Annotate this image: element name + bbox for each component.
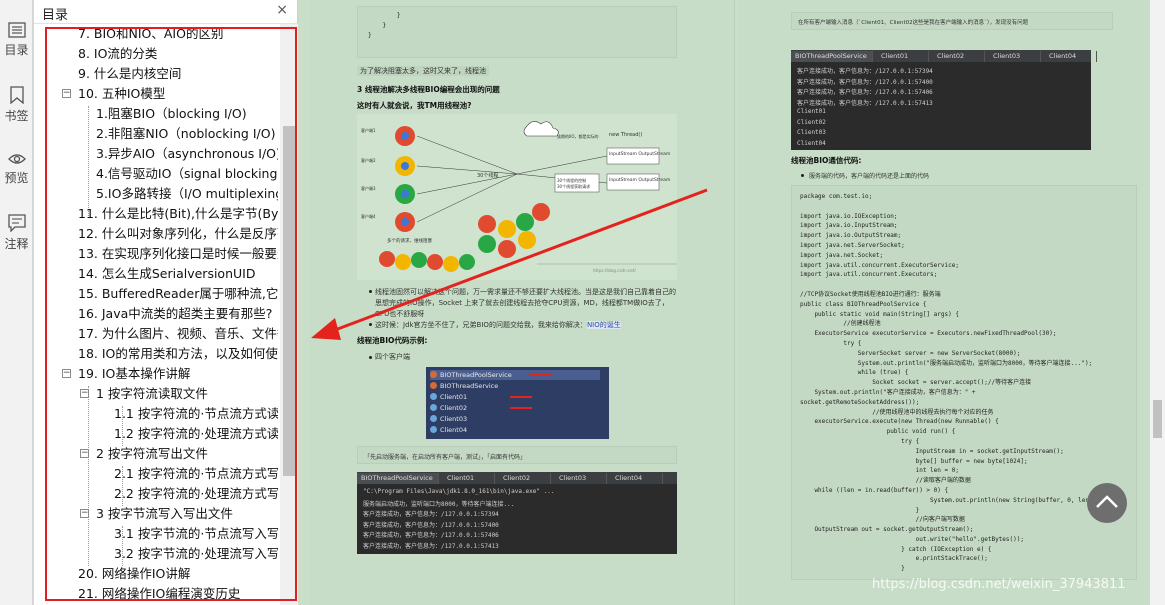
outline-item[interactable]: 12. 什么叫对象序列化，什么是反序列 bbox=[34, 224, 278, 244]
outline-list: 7. BIO和NIO、AIO的区别 8. IO流的分类 9. 什么是内核空间 −10.… bbox=[34, 24, 278, 605]
document-view: } } } 为了解决阻塞太多，这时又来了，线程池 3 线程池解决多线程BIO编程… bbox=[299, 0, 1150, 605]
collapse-toggle-icon[interactable]: − bbox=[80, 509, 89, 518]
outline-item-label: 18. IO的常用类和方法，以及如何使用 bbox=[78, 346, 278, 361]
outline-item[interactable]: 18. IO的常用类和方法，以及如何使用 bbox=[34, 344, 278, 364]
outline-item-label: 21. 网络操作IO编程演变历史 bbox=[78, 586, 241, 601]
document-scrollbar[interactable] bbox=[1150, 0, 1165, 605]
comment-icon bbox=[7, 214, 26, 232]
outline-item-label: 3.1 按字节流的·节点流写入写出 bbox=[114, 526, 278, 541]
outline-item-label: 12. 什么叫对象序列化，什么是反序列 bbox=[78, 226, 278, 241]
outline-item[interactable]: 2.1 按字符流的·节点流方式写出 bbox=[34, 464, 278, 484]
outline-item[interactable]: 9. 什么是内核空间 bbox=[34, 64, 278, 84]
outline-item[interactable]: 1.阻塞BIO（blocking I/O) bbox=[34, 104, 278, 124]
bookmark-icon bbox=[9, 86, 24, 104]
red-arrow bbox=[311, 188, 708, 340]
outline-item-label: 17. 为什么图片、视频、音乐、文件等 bbox=[78, 326, 278, 341]
collapse-toggle-icon[interactable]: − bbox=[62, 369, 71, 378]
outline-item-label: 7. BIO和NIO、AIO的区别 bbox=[78, 26, 224, 41]
outline-item[interactable]: 16. Java中流类的超类主要有那些? bbox=[34, 304, 278, 324]
outline-item-label: 19. IO基本操作讲解 bbox=[78, 366, 191, 381]
outline-item-label: 3.2 按字节流的·处理流写入写出 bbox=[114, 546, 278, 561]
outline-item-label: 4.信号驱动IO（signal blocking I/ bbox=[96, 166, 278, 181]
watermark: https://blog.csdn.net/weixin_37943811 bbox=[872, 577, 1126, 592]
rail-toc-label: 目录 bbox=[4, 43, 29, 57]
outline-item-label: 1.阻塞BIO（blocking I/O) bbox=[96, 106, 247, 121]
outline-item-label: 5.IO多路转接（I/O multiplexing) bbox=[96, 186, 278, 201]
close-icon[interactable]: × bbox=[276, 2, 288, 18]
chevron-up-icon bbox=[1096, 495, 1118, 508]
outline-panel: 目录 × 7. BIO和NIO、AIO的区别 8. IO流的分类 9. 什么是内核空… bbox=[34, 0, 298, 605]
outline-item-label: 11. 什么是比特(Bit),什么是字节(Byte) bbox=[78, 206, 278, 221]
outline-item-label: 16. Java中流类的超类主要有那些? bbox=[78, 306, 273, 321]
outline-item[interactable]: 2.非阻塞NIO（noblocking I/O) bbox=[34, 124, 278, 144]
rail-toc[interactable]: 目录 bbox=[0, 22, 33, 58]
outline-item[interactable]: 13. 在实现序列化接口是时候一般要生 bbox=[34, 244, 278, 264]
outline-scrollbar[interactable] bbox=[280, 24, 298, 605]
outline-item[interactable]: 8. IO流的分类 bbox=[34, 44, 278, 64]
outline-item-label: 2 按字符流写出文件 bbox=[96, 446, 208, 461]
outline-item-label: 1.1 按字符流的·节点流方式读取 bbox=[114, 406, 278, 421]
outline-item-label: 3.异步AIO（asynchronous I/O) bbox=[96, 146, 278, 161]
pdf-reader-window: 目录 书签 预览 注释 目录 × 7. BIO和NIO、AIO的区别 8. IO… bbox=[0, 0, 1165, 605]
outline-item[interactable]: 7. BIO和NIO、AIO的区别 bbox=[34, 24, 278, 44]
outline-item[interactable]: −2 按字符流写出文件 bbox=[34, 444, 278, 464]
outline-item-label: 9. 什么是内核空间 bbox=[78, 66, 182, 81]
collapse-toggle-icon[interactable]: − bbox=[80, 389, 89, 398]
outline-item-label: 13. 在实现序列化接口是时候一般要生 bbox=[78, 246, 278, 261]
outline-item[interactable]: −1 按字符流读取文件 bbox=[34, 384, 278, 404]
outline-item[interactable]: 4.信号驱动IO（signal blocking I/ bbox=[34, 164, 278, 184]
outline-item-label: 10. 五种IO模型 bbox=[78, 86, 166, 101]
outline-item[interactable]: 3.1 按字节流的·节点流写入写出 bbox=[34, 524, 278, 544]
outline-item[interactable]: −19. IO基本操作讲解 bbox=[34, 364, 278, 384]
outline-item[interactable]: 15. BufferedReader属于哪种流,它主 bbox=[34, 284, 278, 304]
outline-item[interactable]: 2.2 按字符流的·处理流方式写出 bbox=[34, 484, 278, 504]
outline-item[interactable]: 3.2 按字节流的·处理流写入写出 bbox=[34, 544, 278, 564]
collapse-toggle-icon[interactable]: − bbox=[80, 449, 89, 458]
outline-item[interactable]: −3 按字节流写入写出文件 bbox=[34, 504, 278, 524]
outline-item-label: 20. 网络操作IO讲解 bbox=[78, 566, 191, 581]
outline-item-label: 2.1 按字符流的·节点流方式写出 bbox=[114, 466, 278, 481]
outline-item-label: 14. 怎么生成SerialversionUID bbox=[78, 266, 256, 281]
outline-item[interactable]: 17. 为什么图片、视频、音乐、文件等 bbox=[34, 324, 278, 344]
rail-annotation[interactable]: 注释 bbox=[0, 214, 33, 252]
outline-item[interactable]: 1.2 按字符流的·处理流方式读取 bbox=[34, 424, 278, 444]
outline-item[interactable]: 3.异步AIO（asynchronous I/O) bbox=[34, 144, 278, 164]
eye-icon bbox=[7, 154, 26, 164]
outline-item[interactable]: 5.IO多路转接（I/O multiplexing) bbox=[34, 184, 278, 204]
list-icon bbox=[7, 22, 26, 38]
rail-bookmark-label: 书签 bbox=[4, 109, 29, 123]
rail-preview[interactable]: 预览 bbox=[0, 152, 33, 186]
rail-annotation-label: 注释 bbox=[4, 237, 29, 251]
outline-item[interactable]: 20. 网络操作IO讲解 bbox=[34, 564, 278, 584]
collapse-toggle-icon[interactable]: − bbox=[62, 89, 71, 98]
rail-preview-label: 预览 bbox=[4, 171, 29, 185]
outline-item-label: 1 按字符流读取文件 bbox=[96, 386, 208, 401]
scroll-to-top-button[interactable] bbox=[1087, 483, 1127, 523]
outline-header: 目录 × bbox=[34, 0, 298, 24]
outline-title: 目录 bbox=[42, 8, 69, 23]
outline-item-label: 2.2 按字符流的·处理流方式写出 bbox=[114, 486, 278, 501]
outline-item-label: 3 按字节流写入写出文件 bbox=[96, 506, 233, 521]
outline-item[interactable]: 21. 网络操作IO编程演变历史 bbox=[34, 584, 278, 604]
outline-item-label: 2.非阻塞NIO（noblocking I/O) bbox=[96, 126, 276, 141]
outline-item[interactable]: 11. 什么是比特(Bit),什么是字节(Byte) bbox=[34, 204, 278, 224]
document-scroll-thumb[interactable] bbox=[1153, 400, 1162, 438]
outline-item-label: 8. IO流的分类 bbox=[78, 46, 158, 61]
outline-scroll-thumb[interactable] bbox=[283, 126, 295, 476]
outline-item[interactable]: 1.1 按字符流的·节点流方式读取 bbox=[34, 404, 278, 424]
outline-item[interactable]: −10. 五种IO模型 bbox=[34, 84, 278, 104]
rail-bookmark[interactable]: 书签 bbox=[0, 86, 33, 124]
outline-item[interactable]: 14. 怎么生成SerialversionUID bbox=[34, 264, 278, 284]
side-rail: 目录 书签 预览 注释 bbox=[0, 0, 33, 605]
outline-item-label: 15. BufferedReader属于哪种流,它主 bbox=[78, 286, 278, 301]
outline-item-label: 1.2 按字符流的·处理流方式读取 bbox=[114, 426, 278, 441]
